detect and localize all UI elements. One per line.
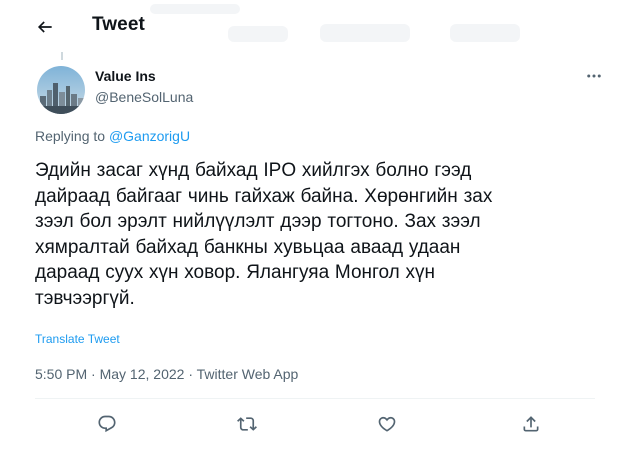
- back-button[interactable]: [30, 12, 60, 42]
- heart-icon: [378, 416, 396, 432]
- separator: ·: [87, 366, 100, 382]
- author-handle[interactable]: @BeneSolLuna: [95, 89, 193, 105]
- translate-tweet-link[interactable]: Translate Tweet: [35, 332, 120, 346]
- avatar[interactable]: [37, 66, 85, 114]
- reply-button[interactable]: [93, 410, 121, 438]
- replying-to: Replying to @GanzorigU: [35, 128, 190, 144]
- replying-handle-link[interactable]: @GanzorigU: [109, 128, 190, 144]
- top-header: Tweet: [0, 0, 632, 52]
- blurred-background: [150, 4, 240, 14]
- separator: ·: [184, 366, 197, 382]
- arrow-left-icon: [37, 21, 52, 33]
- blurred-background: [450, 24, 520, 42]
- share-button[interactable]: [517, 410, 545, 438]
- more-horizontal-icon: [587, 74, 601, 78]
- avatar-city-image: [37, 66, 85, 114]
- retweet-icon: [237, 417, 257, 431]
- more-options-button[interactable]: [580, 64, 608, 88]
- author-name[interactable]: Value Ins: [95, 68, 156, 84]
- tweet-text: Эдийн засаг хүнд байхад IPO хийлгэх болн…: [35, 160, 493, 309]
- blurred-background: [320, 24, 410, 42]
- like-button[interactable]: [373, 410, 401, 438]
- tweet-metadata: 5:50 PM · May 12, 2022 · Twitter Web App: [35, 366, 298, 382]
- thread-connector: [61, 52, 63, 60]
- divider: [35, 398, 595, 399]
- tweet-time[interactable]: 5:50 PM: [35, 366, 87, 382]
- tweet-source[interactable]: Twitter Web App: [197, 366, 299, 382]
- share-icon: [523, 416, 539, 432]
- tweet-date[interactable]: May 12, 2022: [100, 366, 185, 382]
- retweet-button[interactable]: [233, 410, 261, 438]
- reply-icon: [98, 415, 116, 433]
- blurred-background: [228, 26, 288, 42]
- replying-prefix: Replying to: [35, 128, 109, 144]
- page-title: Tweet: [92, 14, 145, 35]
